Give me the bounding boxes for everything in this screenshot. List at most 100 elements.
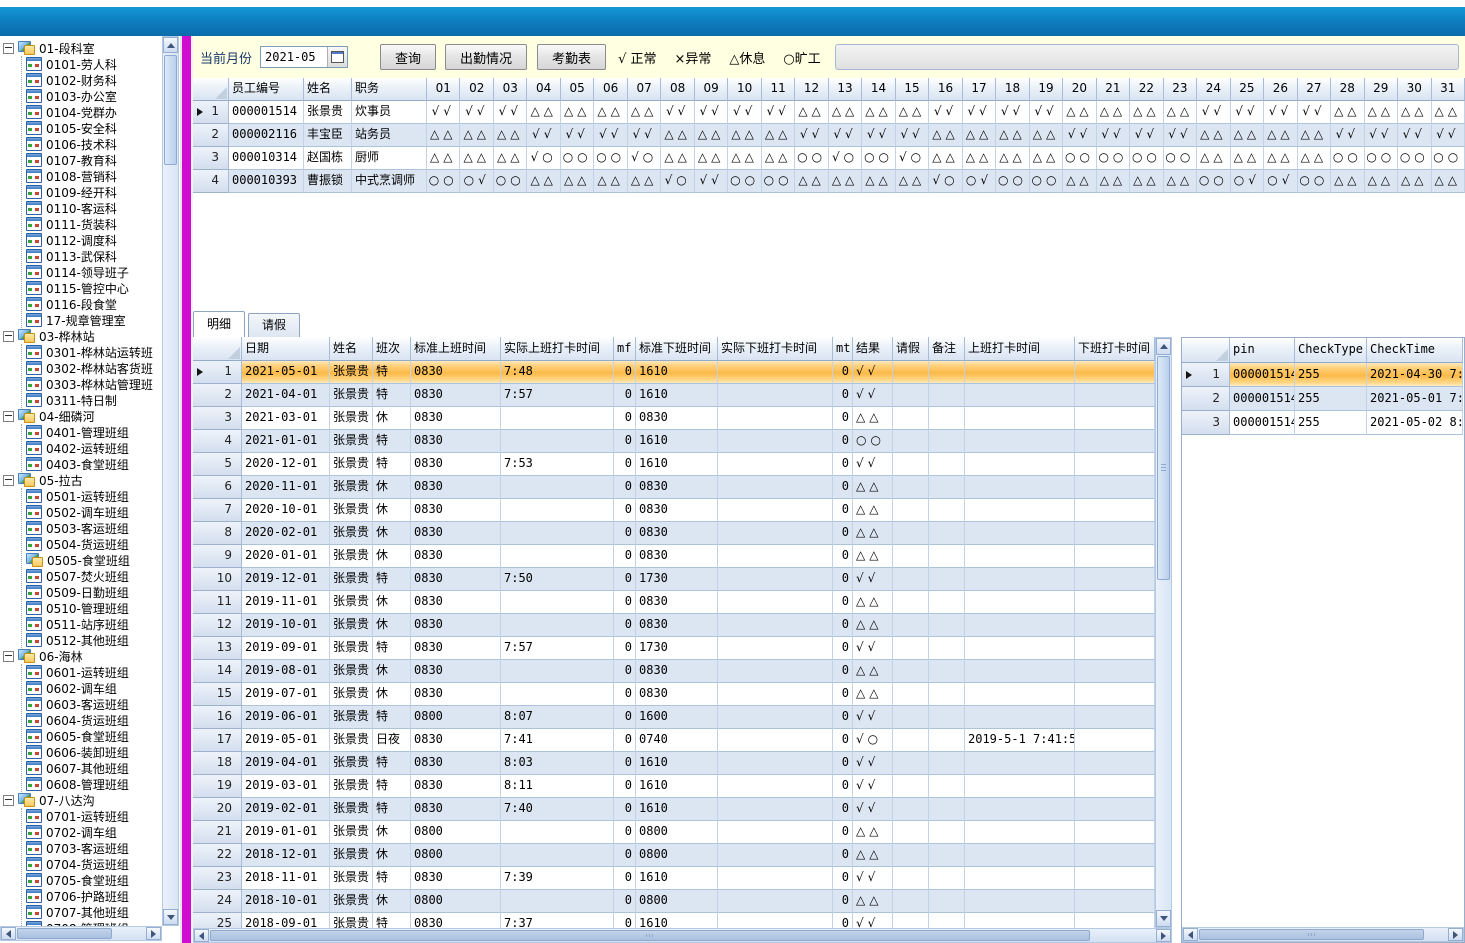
detail-cell[interactable]: √√ xyxy=(853,453,893,476)
detail-cell[interactable] xyxy=(718,798,833,821)
detail-cell[interactable]: 张景贵 xyxy=(330,729,373,752)
detail-cell[interactable]: 休 xyxy=(373,660,411,683)
tree-group-item[interactable]: 04-细磷河 xyxy=(0,408,162,424)
detail-cell[interactable] xyxy=(718,775,833,798)
tree-item[interactable]: 0403-食堂班组 xyxy=(22,456,162,472)
attendance-mark-cell[interactable]: △△ xyxy=(1398,170,1431,193)
attendance-mark-cell[interactable]: √√ xyxy=(460,101,493,124)
detail-cell[interactable]: 0830 xyxy=(411,545,501,568)
check-cell[interactable]: 000001514 xyxy=(1230,387,1295,411)
detail-cell[interactable] xyxy=(893,844,929,867)
detail-cell[interactable]: 休 xyxy=(373,844,411,867)
detail-cell[interactable]: 0 xyxy=(833,453,853,476)
detail-cell[interactable]: 特 xyxy=(373,568,411,591)
tree-item[interactable]: 0602-调车组 xyxy=(22,680,162,696)
detail-cell[interactable] xyxy=(501,683,614,706)
attendance-mark-cell[interactable]: √√ xyxy=(1164,124,1197,147)
detail-cell[interactable]: 0800 xyxy=(636,821,718,844)
attendance-mark-cell[interactable]: △△ xyxy=(1298,124,1331,147)
detail-column-header-10[interactable]: 请假 xyxy=(893,337,929,361)
detail-cell[interactable] xyxy=(1075,683,1155,706)
attendance-mark-cell[interactable]: ○√ xyxy=(1231,170,1264,193)
attendance-mark-cell[interactable]: △△ xyxy=(427,147,460,170)
attendance-mark-cell[interactable]: √○ xyxy=(628,147,661,170)
employee-name-cell[interactable]: 赵国栋 xyxy=(304,147,352,170)
detail-cell[interactable] xyxy=(718,752,833,775)
detail-cell[interactable] xyxy=(1075,545,1155,568)
detail-cell[interactable]: 0800 xyxy=(411,890,501,913)
tree-group-item[interactable]: 03-桦林站 xyxy=(0,328,162,344)
detail-cell[interactable]: 特 xyxy=(373,913,411,928)
detail-cell[interactable]: 0 xyxy=(614,729,636,752)
detail-cell[interactable] xyxy=(929,430,965,453)
tree-item[interactable]: 0302-桦林站客货班 xyxy=(22,360,162,376)
detail-cell[interactable]: 0830 xyxy=(636,660,718,683)
detail-cell[interactable]: 0800 xyxy=(411,821,501,844)
attendance-mark-cell[interactable]: √√ xyxy=(1432,124,1465,147)
row-selector[interactable]: 6 xyxy=(193,476,242,499)
detail-cell[interactable]: 0830 xyxy=(411,453,501,476)
check-record-row[interactable]: 20000015142552021-05-01 7:48 xyxy=(1182,387,1464,411)
detail-cell[interactable] xyxy=(1075,798,1155,821)
attendance-mark-cell[interactable]: △△ xyxy=(829,170,862,193)
detail-cell[interactable]: 特 xyxy=(373,361,411,384)
detail-cell[interactable]: △△ xyxy=(853,683,893,706)
detail-cell[interactable] xyxy=(965,522,1075,545)
row-selector[interactable]: 3 xyxy=(193,147,229,170)
detail-cell[interactable]: √○ xyxy=(853,729,893,752)
detail-cell[interactable]: √√ xyxy=(853,775,893,798)
tree-item[interactable]: 0108-营销科 xyxy=(22,168,162,184)
detail-cell[interactable]: 0 xyxy=(614,499,636,522)
detail-cell[interactable] xyxy=(965,660,1075,683)
detail-cell[interactable] xyxy=(893,614,929,637)
detail-cell[interactable]: △△ xyxy=(853,499,893,522)
attendance-mark-cell[interactable]: △△ xyxy=(561,170,594,193)
detail-row[interactable]: 12021-05-01张景贵特08307:48016100√√ xyxy=(193,361,1155,384)
attendance-mark-cell[interactable]: △△ xyxy=(1197,124,1230,147)
attendance-mark-cell[interactable]: △△ xyxy=(1164,101,1197,124)
detail-cell[interactable]: 休 xyxy=(373,614,411,637)
attendance-mark-cell[interactable]: △△ xyxy=(795,101,828,124)
detail-cell[interactable]: 0 xyxy=(614,545,636,568)
row-selector[interactable]: 15 xyxy=(193,683,242,706)
tree-item[interactable]: 0114-领导班子 xyxy=(22,264,162,280)
tree-group-item[interactable]: 01-段科室 xyxy=(0,40,162,56)
employee-id-cell[interactable]: 000010393 xyxy=(229,170,304,193)
attendance-mark-cell[interactable]: √√ xyxy=(829,124,862,147)
detail-row[interactable]: 242018-10-01张景贵休0800008000△△ xyxy=(193,890,1155,913)
detail-cell[interactable]: 张景贵 xyxy=(330,384,373,407)
row-selector[interactable]: 12 xyxy=(193,614,242,637)
detail-column-header-3[interactable]: 标准上班时间 xyxy=(411,337,501,361)
detail-cell[interactable] xyxy=(929,683,965,706)
detail-row[interactable]: 62020-11-01张景贵休0830008300△△ xyxy=(193,476,1155,499)
attendance-mark-cell[interactable]: √√ xyxy=(628,124,661,147)
row-selector[interactable]: 3 xyxy=(193,407,242,430)
attendance-mark-cell[interactable]: √√ xyxy=(762,101,795,124)
detail-cell[interactable] xyxy=(718,568,833,591)
detail-cell[interactable] xyxy=(501,890,614,913)
attendance-mark-cell[interactable]: △△ xyxy=(1432,101,1465,124)
tree-expand-toggle[interactable] xyxy=(3,331,14,342)
detail-cell[interactable]: 休 xyxy=(373,821,411,844)
detail-cell[interactable] xyxy=(718,591,833,614)
attendance-mark-cell[interactable]: ○√ xyxy=(963,170,996,193)
attendance-mark-cell[interactable]: △△ xyxy=(963,124,996,147)
detail-column-header-9[interactable]: 结果 xyxy=(853,337,893,361)
detail-cell[interactable]: 0830 xyxy=(636,591,718,614)
detail-cell[interactable]: △△ xyxy=(853,522,893,545)
attendance-mark-cell[interactable]: ○√ xyxy=(1264,170,1297,193)
row-selector[interactable]: 4 xyxy=(193,170,229,193)
tree-item[interactable]: 0702-调车组 xyxy=(22,824,162,840)
detail-cell[interactable]: 0830 xyxy=(411,499,501,522)
tree-item[interactable]: 0112-调度科 xyxy=(22,232,162,248)
tree-item[interactable]: 0104-党群办 xyxy=(22,104,162,120)
attendance-mark-cell[interactable]: △△ xyxy=(494,124,527,147)
attendance-mark-cell[interactable]: △△ xyxy=(862,101,895,124)
attendance-mark-cell[interactable]: △△ xyxy=(594,101,627,124)
detail-cell[interactable] xyxy=(893,913,929,928)
detail-cell[interactable]: 张景贵 xyxy=(330,637,373,660)
detail-cell[interactable]: 张景贵 xyxy=(330,453,373,476)
detail-cell[interactable]: 张景贵 xyxy=(330,614,373,637)
employee-id-cell[interactable]: 000002116 xyxy=(229,124,304,147)
tab-detail[interactable]: 明细 xyxy=(193,311,245,337)
